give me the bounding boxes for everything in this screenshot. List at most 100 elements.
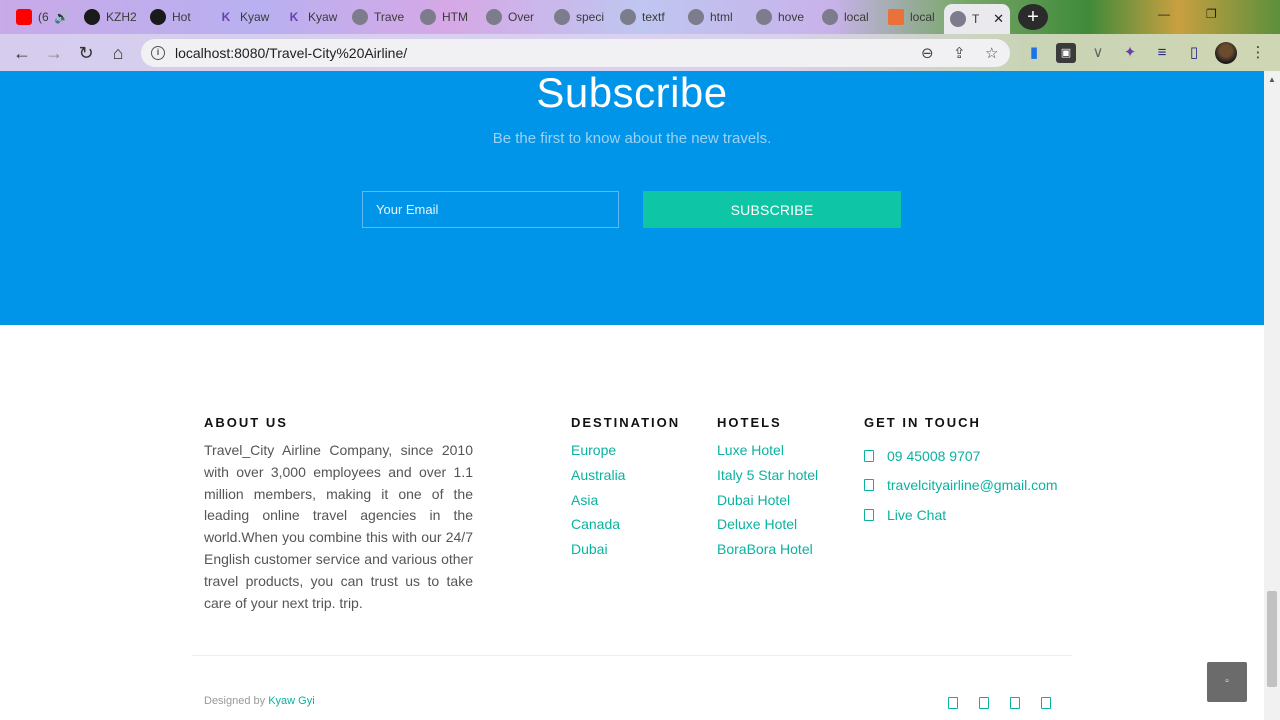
media-control-icon[interactable]: ≡ [1152,43,1172,63]
k-icon: K [289,10,299,24]
home-icon[interactable]: ⌂ [107,42,129,64]
menu-kebab-icon[interactable]: ⋮ [1248,43,1268,63]
extension-dark-icon[interactable]: ▣ [1056,43,1076,63]
subscribe-section: Subscribe Be the first to know about the… [0,71,1264,325]
credit-prefix: Designed by [204,695,266,707]
tab-title: HTM [442,10,468,24]
profile-avatar[interactable] [1215,42,1237,64]
tab-kyaw-1[interactable]: K Kyaw [212,4,276,30]
destination-link-canada[interactable]: Canada [571,512,625,537]
minimize-icon[interactable]: — [1158,7,1170,21]
subscribe-button[interactable]: SUBSCRIBE [643,191,901,228]
extension-icon[interactable]: ▮ [1024,43,1044,63]
phone-icon [864,449,874,462]
facebook-icon[interactable] [948,697,958,709]
tab-hove[interactable]: hove [750,4,814,30]
hotel-link-dubai[interactable]: Dubai Hotel [717,488,818,513]
instagram-icon[interactable] [1010,697,1020,709]
chat-icon [864,508,874,521]
destination-link-europe[interactable]: Europe [571,438,625,463]
tab-local-1[interactable]: local [816,4,880,30]
tab-title: local [844,10,869,24]
scroll-up-arrow-icon[interactable]: ▲ [1268,75,1276,84]
zoom-icon[interactable]: ⊖ [921,44,934,62]
destination-heading: DESTINATION [571,415,681,430]
globe-icon [756,9,772,25]
speaker-icon[interactable]: 🔊 [54,10,69,24]
back-to-top-button[interactable]: ▫ [1207,662,1247,702]
xampp-icon [888,9,904,25]
share-icon[interactable]: ⇪ [953,44,966,62]
tab-title: (6 [38,10,48,24]
contact-list: 09 45008 9707 travelcityairline@gmail.co… [864,441,1058,530]
scrollbar-thumb[interactable] [1267,591,1277,687]
hotel-link-italy[interactable]: Italy 5 Star hotel [717,463,818,488]
bookmark-star-icon[interactable]: ☆ [985,44,998,62]
twitter-icon[interactable] [979,697,989,709]
back-icon[interactable]: ← [11,42,33,64]
destination-link-dubai[interactable]: Dubai [571,537,625,562]
subscribe-title: Subscribe [536,71,728,116]
page-scrollbar[interactable]: ▲ [1264,71,1280,720]
page-viewport: Subscribe Be the first to know about the… [0,71,1264,720]
destination-links: Europe Australia Asia Canada Dubai [571,438,625,562]
tab-youtube[interactable]: (6 🔊 [10,4,75,30]
hotel-link-borabora[interactable]: BoraBora Hotel [717,537,818,562]
mail-icon [864,479,874,492]
footer-divider [192,655,1072,656]
hotel-links: Luxe Hotel Italy 5 Star hotel Dubai Hote… [717,438,818,562]
contact-live-chat[interactable]: Live Chat [864,500,1058,530]
tab-kyaw-2[interactable]: K Kyaw [280,4,344,30]
youtube-icon [16,9,32,25]
globe-icon [352,9,368,25]
tab-strip: (6 🔊 KZH2 Hot K Kyaw K Kyaw Trave HTM Ov… [0,0,1280,34]
address-bar[interactable]: i localhost:8080/Travel-City%20Airline/ … [141,39,1010,67]
tab-github[interactable]: KZH2 [78,4,142,30]
tab-title: Trave [374,10,404,24]
tab-local-2[interactable]: local [882,4,946,30]
destination-link-australia[interactable]: Australia [571,463,625,488]
contact-phone[interactable]: 09 45008 9707 [864,441,1058,471]
tab-over[interactable]: Over [480,4,544,30]
extension-v-icon[interactable]: ∨ [1088,43,1108,63]
email-input[interactable] [362,191,619,228]
credit-author-link[interactable]: Kyaw Gyi [268,695,314,707]
tab-title: speci [576,10,605,24]
hotel-link-luxe[interactable]: Luxe Hotel [717,438,818,463]
contact-phone-text: 09 45008 9707 [887,447,981,464]
globe-icon [688,9,704,25]
new-tab-button[interactable]: + [1018,4,1048,30]
tab-html-2[interactable]: html [682,4,746,30]
about-heading: ABOUT US [204,415,288,430]
site-info-icon[interactable]: i [151,46,165,60]
github-icon [84,9,100,25]
linkedin-icon[interactable] [1041,697,1051,709]
extensions-puzzle-icon[interactable]: ✦ [1120,43,1140,63]
tab-textf[interactable]: textf [614,4,678,30]
designer-credit: Designed by Kyaw Gyi [204,695,315,707]
destination-link-asia[interactable]: Asia [571,488,625,513]
restore-icon[interactable]: ❐ [1206,7,1217,21]
forward-icon[interactable]: → [43,42,65,64]
hotel-link-deluxe[interactable]: Deluxe Hotel [717,512,818,537]
tab-title: Hot [172,10,191,24]
side-panel-icon[interactable]: ▯ [1184,43,1204,63]
tab-travel[interactable]: Trave [346,4,410,30]
close-tab-icon[interactable]: ✕ [993,11,1004,27]
tab-title: textf [642,10,665,24]
tab-title: KZH2 [106,10,136,24]
reload-icon[interactable]: ↻ [75,42,97,64]
tab-hot[interactable]: Hot [144,4,202,30]
globe-icon [486,9,502,25]
globe-icon [554,9,570,25]
tab-title: T [972,12,980,26]
tab-speci[interactable]: speci [548,4,612,30]
globe-icon [822,9,838,25]
about-text: Travel_City Airline Company, since 2010 … [204,442,473,611]
url-text[interactable]: localhost:8080/Travel-City%20Airline/ [175,45,407,61]
tab-title: hove [778,10,805,24]
tab-html[interactable]: HTM [414,4,478,30]
contact-email[interactable]: travelcityairline@gmail.com [864,471,1058,501]
k-icon: K [221,10,231,24]
tab-active-travel-city[interactable]: T ✕ [944,4,1010,34]
